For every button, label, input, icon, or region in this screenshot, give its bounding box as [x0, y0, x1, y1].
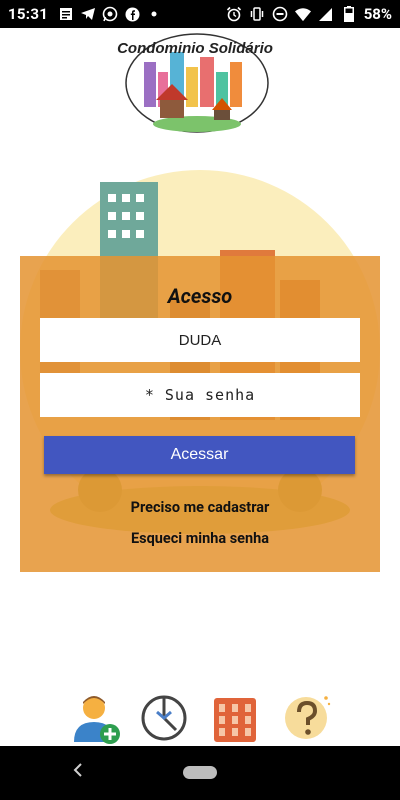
register-link[interactable]: Preciso me cadastrar	[20, 499, 380, 516]
login-title: Acesso	[167, 284, 233, 308]
bottom-icon-bar	[0, 690, 400, 746]
notification-icons	[58, 6, 162, 22]
dnd-icon	[272, 6, 288, 22]
battery-icon	[341, 6, 357, 22]
status-bar: 15:31 58%	[0, 0, 400, 28]
access-button[interactable]: Acessar	[44, 436, 355, 474]
dot-icon	[146, 6, 162, 22]
status-time: 15:31	[8, 5, 49, 23]
logo-title: Condominio Solidário	[117, 40, 273, 57]
add-user-icon[interactable]	[72, 690, 122, 746]
help-icon[interactable]	[282, 690, 332, 746]
clock-icon[interactable]	[139, 690, 189, 746]
battery-percent: 58%	[363, 5, 392, 23]
facebook-icon	[124, 6, 140, 22]
navigation-bar	[0, 746, 400, 800]
forgot-password-link[interactable]: Esqueci minha senha	[20, 530, 380, 547]
file-icon	[58, 6, 74, 22]
telegram-icon	[80, 6, 96, 22]
signal-icon	[318, 6, 334, 22]
login-panel: Acesso Acessar Preciso me cadastrar Esqu…	[20, 256, 380, 572]
alarm-icon	[226, 6, 242, 22]
back-icon[interactable]	[68, 760, 88, 780]
building-icon[interactable]	[210, 690, 260, 746]
password-input[interactable]	[40, 373, 360, 417]
system-icons: 58%	[226, 5, 392, 23]
wifi-icon	[294, 6, 311, 22]
vibrate-icon	[249, 6, 265, 22]
home-pill[interactable]	[183, 766, 217, 779]
username-input[interactable]	[40, 318, 360, 362]
whatsapp-icon	[102, 6, 118, 22]
